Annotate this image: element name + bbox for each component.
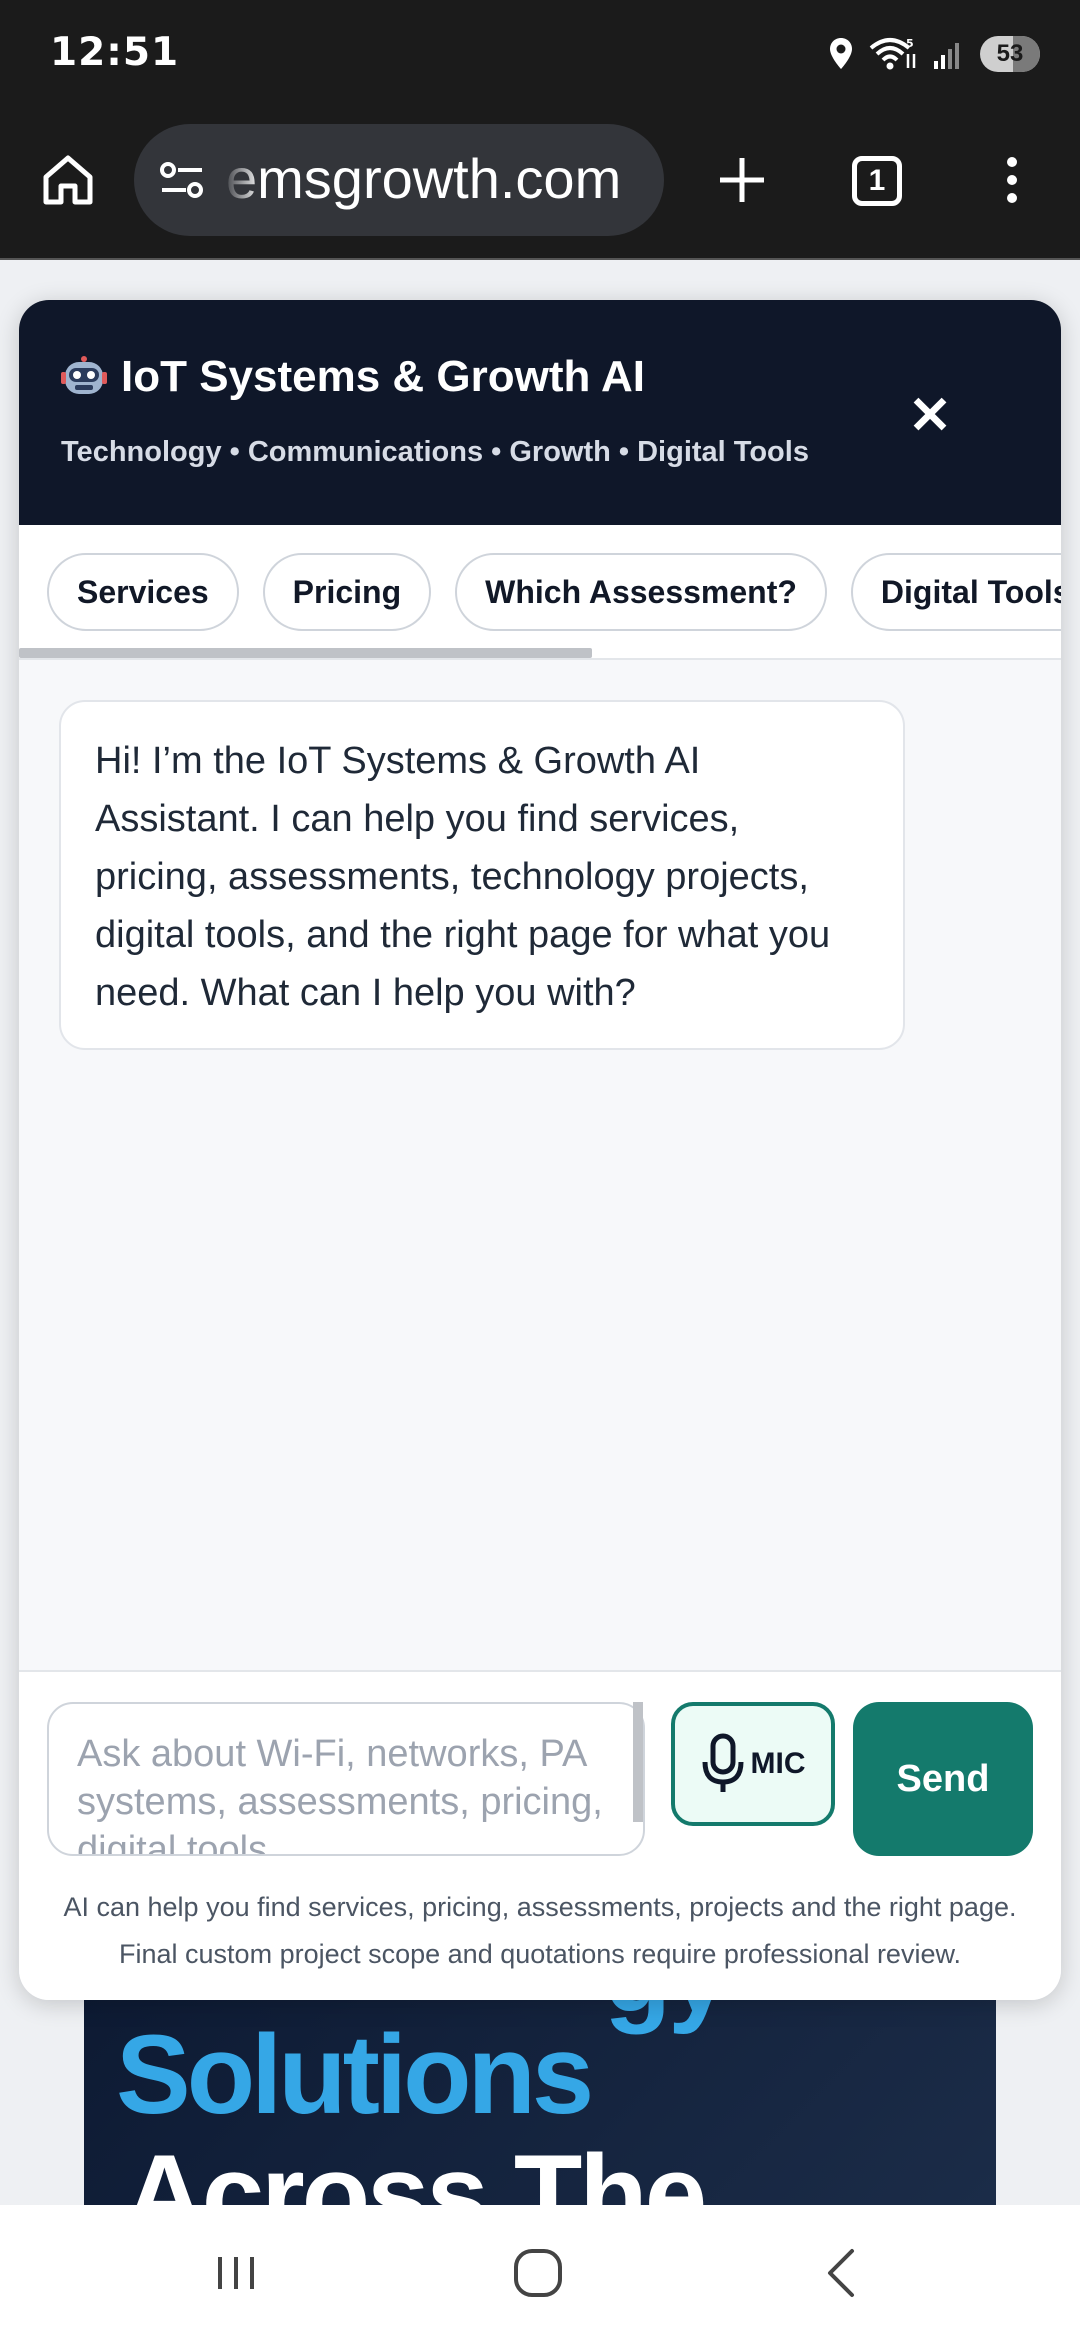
mic-label: MIC: [750, 1747, 806, 1780]
chat-subtitle: Technology • Communications • Growth • D…: [61, 436, 809, 468]
svg-text:5: 5: [906, 37, 914, 50]
disclaimer-line-2: Final custom project scope and quotation…: [119, 1939, 961, 1969]
chat-title: IoT Systems & Growth AI: [61, 352, 645, 402]
quick-action-services[interactable]: Services: [47, 553, 239, 631]
signal-icon: [934, 43, 959, 69]
quick-action-digital-tools[interactable]: Digital Tools: [850, 553, 1061, 631]
send-button[interactable]: Send: [853, 1702, 1033, 1856]
status-bar: 12:51 5 53: [0, 0, 1080, 110]
site-settings-icon[interactable]: [158, 158, 206, 202]
address-bar[interactable]: emsgrowth.com: [134, 124, 664, 236]
battery-icon: 53: [980, 36, 1040, 72]
mic-button[interactable]: MIC: [671, 1702, 835, 1826]
close-icon[interactable]: ✕: [899, 385, 961, 447]
message-input[interactable]: [49, 1704, 639, 1854]
location-icon: [830, 38, 852, 69]
input-scrollbar[interactable]: [633, 1702, 643, 1822]
hero-heading-continued: Across The: [124, 2132, 707, 2205]
hero-heading: Solutions: [116, 2012, 594, 2137]
quick-action-pricing[interactable]: Pricing: [262, 553, 432, 631]
quick-action-which-assessment[interactable]: Which Assessment?: [455, 553, 827, 631]
quick-actions-bar: Services Pricing Which Assessment? Digit…: [19, 525, 1061, 660]
wifi-icon: 5: [869, 37, 916, 70]
quick-actions: Services Pricing Which Assessment? Digit…: [47, 553, 1061, 631]
chat-title-text: IoT Systems & Growth AI: [121, 352, 646, 401]
url-fade: [222, 124, 262, 236]
chat-composer: MIC Send AI can help you find services, …: [19, 1670, 1061, 2000]
home-nav-icon[interactable]: [508, 2243, 568, 2303]
disclaimer-line-1: AI can help you find services, pricing, …: [63, 1892, 1017, 1922]
system-nav-bar: [0, 2205, 1080, 2340]
more-menu-icon[interactable]: [982, 150, 1042, 210]
home-icon[interactable]: [38, 150, 98, 210]
url-text: emsgrowth.com: [226, 147, 622, 210]
quick-actions-scrollbar[interactable]: [19, 648, 592, 658]
recent-apps-icon[interactable]: [206, 2243, 266, 2303]
assistant-message: Hi! I’m the IoT Systems & Growth AI Assi…: [59, 700, 905, 1050]
tab-count: 1: [868, 164, 886, 197]
disclaimer: AI can help you find services, pricing, …: [19, 1884, 1061, 1978]
back-icon[interactable]: [812, 2243, 872, 2303]
chat-header: IoT Systems & Growth AI Technology • Com…: [19, 300, 1061, 525]
status-time: 12:51: [50, 30, 180, 75]
tabs-icon[interactable]: 1: [852, 156, 902, 206]
new-tab-icon[interactable]: [712, 150, 772, 210]
message-input-wrapper: [47, 1702, 645, 1856]
browser-toolbar: emsgrowth.com 1: [0, 110, 1080, 260]
hero-banner: gy Solutions Across The: [84, 1980, 996, 2205]
microphone-icon: [702, 1733, 743, 1792]
status-icons: 5 53: [828, 34, 1040, 74]
battery-level: 53: [996, 40, 1024, 67]
robot-icon: [61, 356, 107, 394]
chat-widget: IoT Systems & Growth AI Technology • Com…: [19, 300, 1061, 2000]
